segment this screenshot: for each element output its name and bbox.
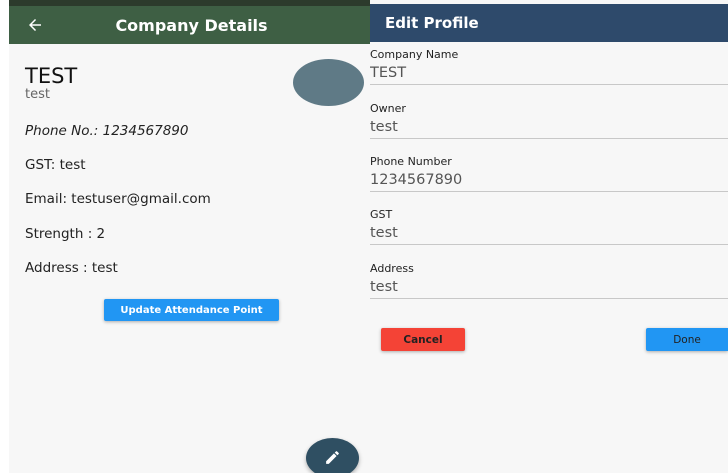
- edit-profile-appbar: Edit Profile: [370, 4, 728, 42]
- edit-fab-button[interactable]: [306, 438, 359, 473]
- company-details-appbar: Company Details: [9, 6, 370, 44]
- pencil-icon: [326, 451, 339, 464]
- company-name-input[interactable]: [370, 61, 728, 85]
- done-button[interactable]: Done: [646, 328, 728, 351]
- address-input[interactable]: [370, 275, 728, 299]
- company-name-label: Company Name: [370, 48, 459, 61]
- update-attendance-point-button[interactable]: Update Attendance Point: [104, 299, 279, 321]
- avatar[interactable]: [293, 59, 364, 106]
- edit-profile-screen: Edit Profile Company Name Owner Phone Nu…: [370, 0, 728, 473]
- gst-info: GST: test: [25, 157, 86, 173]
- arrow-left-icon[interactable]: [26, 16, 44, 34]
- phone-number-input[interactable]: [370, 168, 728, 192]
- gst-input[interactable]: [370, 221, 728, 245]
- address-info: Address : test: [25, 260, 118, 276]
- company-details-title: Company Details: [115, 16, 268, 35]
- company-subtitle: test: [25, 87, 50, 102]
- company-details-screen: Company Details TEST test Phone No.: 123…: [9, 0, 370, 473]
- strength-info: Strength : 2: [25, 226, 106, 242]
- owner-label: Owner: [370, 102, 406, 115]
- address-label: Address: [370, 262, 414, 275]
- email-info: Email: testuser@gmail.com: [25, 191, 211, 207]
- owner-input[interactable]: [370, 115, 728, 139]
- edit-profile-title: Edit Profile: [385, 14, 479, 32]
- gst-label: GST: [370, 208, 393, 221]
- phone-info: Phone No.: 1234567890: [25, 123, 189, 139]
- cancel-button[interactable]: Cancel: [381, 328, 465, 351]
- company-name: TEST: [25, 64, 78, 88]
- phone-number-label: Phone Number: [370, 155, 452, 168]
